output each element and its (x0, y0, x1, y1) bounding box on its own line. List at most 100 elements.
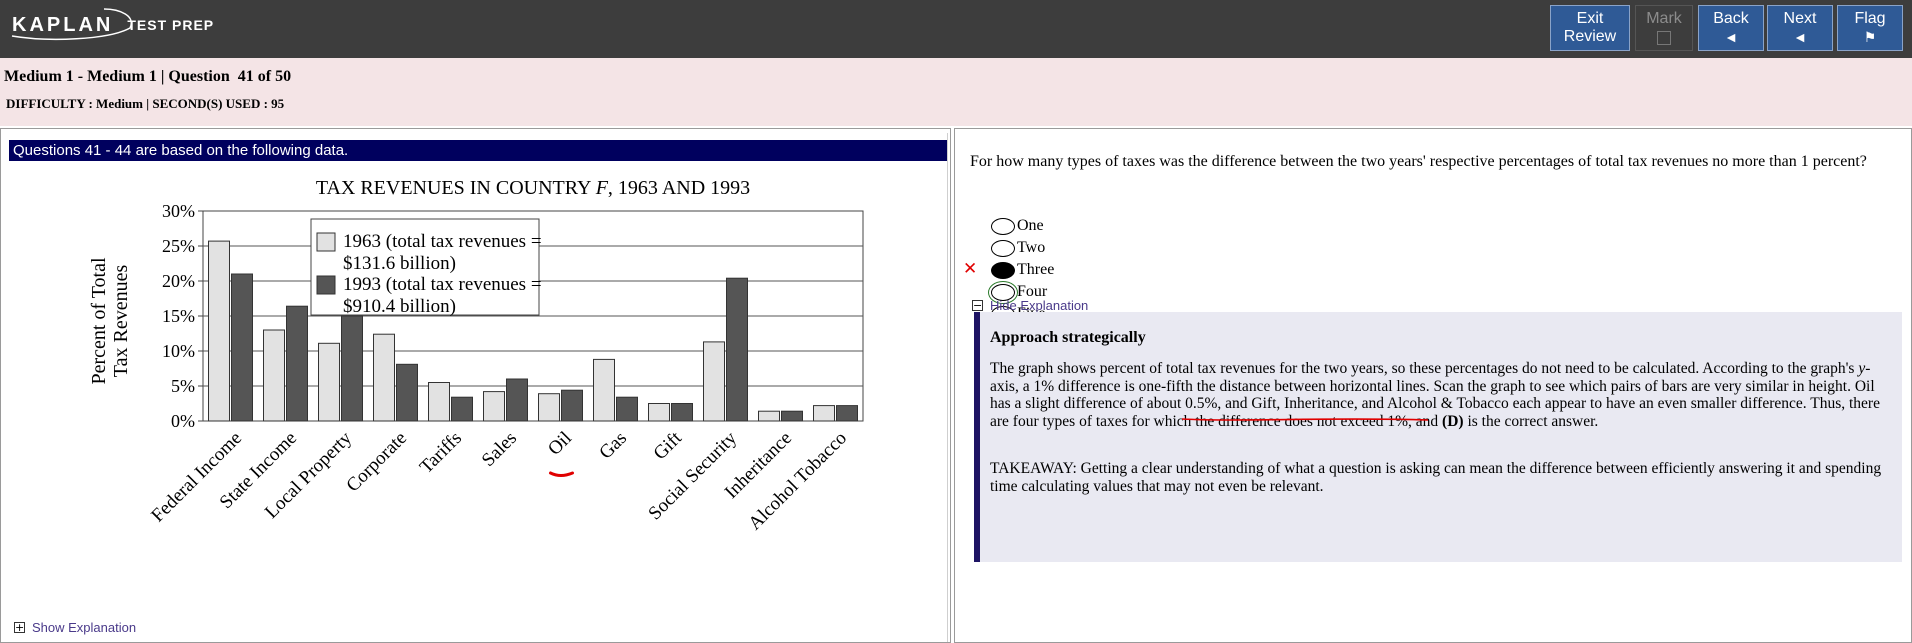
bar-1963 (483, 391, 505, 422)
chart-title: TAX REVENUES IN COUNTRY F, 1963 AND 1993 (316, 177, 750, 199)
answer-choice[interactable]: ✕ Three (963, 259, 1055, 281)
x-tick-label: Tariffs (416, 428, 466, 478)
flag-button[interactable]: Flag ⚑ (1837, 5, 1903, 51)
question-title: Medium 1 - Medium 1 | Question 41 of 50 (4, 68, 292, 85)
question-stem: For how many types of taxes was the diff… (970, 153, 1867, 170)
bar-1963 (703, 341, 725, 422)
question-panel: For how many types of taxes was the diff… (954, 128, 1912, 643)
minus-box-icon: − (972, 299, 983, 312)
y-tick-label: 0% (171, 411, 195, 431)
back-arrow-icon: ◄ (1724, 29, 1738, 45)
question-meta: DIFFICULTY : Medium | SECOND(S) USED : 9… (6, 96, 285, 111)
next-label: Next (1783, 10, 1817, 27)
hide-explanation-link[interactable]: − Hide Explanation (972, 298, 1088, 313)
x-tick-label: Gift (650, 427, 687, 464)
next-button[interactable]: Next ◄ (1767, 5, 1833, 51)
exit-label-line2: Review (1563, 28, 1617, 45)
mark-label: Mark (1646, 10, 1682, 27)
bar-1963 (538, 393, 560, 422)
radio-button-icon[interactable] (991, 261, 1015, 279)
bar-1963 (318, 342, 340, 422)
legend-label-line1: 1993 (total tax revenues = (343, 274, 542, 295)
legend-label-line2: $131.6 billion) (343, 253, 456, 274)
logo-subtitle-text: TEST PREP (127, 17, 215, 33)
x-tick-label: Corporate (342, 428, 411, 497)
explanation-box: Approach strategically The graph shows p… (974, 312, 1902, 562)
explanation-takeaway: TAKEAWAY: Getting a clear understanding … (990, 460, 1882, 495)
chart-title-italic: F (595, 177, 609, 199)
y-tick-label: 5% (171, 376, 195, 396)
hide-explanation-label: Hide Explanation (990, 298, 1089, 313)
explanation-body-part-1: The graph shows percent of total tax rev… (990, 360, 1859, 377)
top-toolbar: KAPLAN TEST PREP Exit Review Mark Back ◄… (0, 0, 1912, 58)
mark-checkbox-icon (1657, 31, 1671, 45)
show-explanation-link[interactable]: + Show Explanation (14, 620, 136, 635)
plus-box-icon: + (14, 621, 25, 634)
passage-content: Questions 41 - 44 are based on the follo… (3, 133, 948, 642)
x-tick-label: Gas (595, 428, 631, 464)
answer-choice-label: Three (1017, 261, 1055, 278)
bar-1993 (506, 378, 528, 422)
answer-choice[interactable]: Two (991, 237, 1054, 259)
y-tick-label: 25% (162, 236, 195, 256)
bar-1963 (593, 358, 615, 422)
radio-button-icon[interactable] (991, 239, 1015, 257)
legend-label-line2: $910.4 billion) (343, 296, 456, 317)
y-tick-label: 15% (162, 306, 195, 326)
bar-1993 (561, 389, 583, 422)
bar-1963 (428, 382, 450, 422)
radio-button-icon[interactable] (991, 217, 1015, 235)
exit-review-button[interactable]: Exit Review (1550, 5, 1630, 51)
passage-panel: Questions 41 - 44 are based on the follo… (0, 128, 951, 643)
bar-1993 (781, 410, 803, 422)
bar-1963 (263, 329, 285, 422)
logo-swoosh-icon (11, 8, 133, 41)
y-tick-label: 30% (162, 201, 195, 221)
back-label: Back (1713, 10, 1749, 27)
bar-1993 (341, 315, 363, 422)
flag-icon: ⚑ (1863, 29, 1877, 45)
incorrect-x-icon: ✕ (963, 259, 978, 279)
back-button[interactable]: Back ◄ (1698, 5, 1764, 51)
mark-button[interactable]: Mark (1635, 5, 1693, 51)
bar-1993 (231, 273, 253, 422)
y-tick-label: 20% (162, 271, 195, 291)
tax-revenue-bar-chart: TAX REVENUES IN COUNTRY F, 1963 AND 1993… (88, 177, 864, 535)
legend-label-line1: 1963 (total tax revenues = (343, 231, 542, 252)
bar-1963 (648, 403, 670, 422)
bar-1963 (813, 405, 835, 422)
explanation-body: The graph shows percent of total tax rev… (990, 360, 1890, 430)
passage-banner: Questions 41 - 44 are based on the follo… (9, 140, 947, 161)
x-tick-label: Sales (478, 428, 521, 471)
x-tick-label: Alcohol Tobacco (744, 428, 851, 535)
answer-choice-label: Two (1017, 239, 1046, 256)
x-tick-label: Oil (544, 428, 576, 460)
y-axis-label-line1: Percent of Total (88, 257, 110, 385)
bar-1963 (373, 333, 395, 422)
show-explanation-label: Show Explanation (32, 620, 137, 635)
legend-swatch-1993 (316, 275, 336, 295)
question-info-band: Medium 1 - Medium 1 | Question 41 of 50 … (0, 58, 1912, 126)
oil-highlight-annotation (549, 471, 574, 477)
oil-underline-annotation (1181, 418, 1429, 421)
y-axis-label-line2: Tax Revenues (110, 265, 132, 378)
legend-swatch-1963 (316, 232, 336, 252)
bar-1993 (726, 277, 748, 422)
bar-1993 (286, 305, 308, 422)
bar-1993 (396, 363, 418, 422)
exit-label-line1: Exit (1576, 10, 1604, 27)
y-axis-label: Percent of TotalTax Revenues (88, 257, 132, 385)
answer-choice[interactable]: One (991, 215, 1054, 237)
y-tick-label: 10% (162, 341, 195, 361)
explanation-heading: Approach strategically (990, 329, 1146, 346)
bar-1993 (451, 396, 473, 422)
bar-1993 (671, 403, 693, 422)
bar-1993 (836, 405, 858, 422)
chart-title-prefix: TAX REVENUES IN COUNTRY (316, 177, 596, 199)
answer-choice-label: One (1017, 217, 1044, 234)
flag-label: Flag (1854, 10, 1886, 27)
bar-1993 (616, 396, 638, 422)
explanation-body-part-4: (D) (1442, 412, 1464, 430)
kaplan-logo: KAPLAN TEST PREP (11, 8, 215, 41)
bar-1963 (208, 240, 230, 422)
